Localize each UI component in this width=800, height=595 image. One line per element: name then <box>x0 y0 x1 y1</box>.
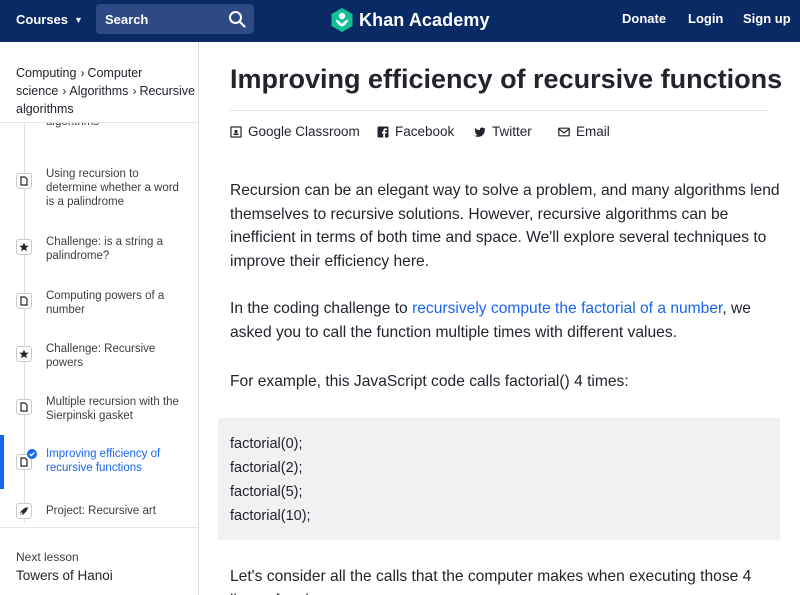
lesson-item[interactable]: Computing powers of a number <box>0 281 198 321</box>
email-icon <box>558 127 570 136</box>
code-line: factorial(2); <box>230 460 303 476</box>
facebook-label: Facebook <box>395 124 455 139</box>
lesson-item-title: Computing powers of a number <box>46 290 165 316</box>
article-content: Improving efficiency of recursive functi… <box>200 42 800 595</box>
page-title: Improving efficiency of recursive functi… <box>230 64 783 94</box>
next-lesson[interactable]: Next lesson Towers of Hanoi <box>0 527 198 595</box>
star-icon <box>16 346 32 362</box>
email-share-button[interactable]: Email <box>558 124 610 139</box>
intro-paragraph: Recursion can be an elegant way to solve… <box>230 182 780 270</box>
title-divider <box>230 110 768 111</box>
lesson-item[interactable]: Challenge: Recursive powers <box>0 334 198 374</box>
article-icon <box>16 293 32 309</box>
star-icon <box>16 239 32 255</box>
lesson-list: algorithms Using recursion to determine … <box>0 122 198 527</box>
chevron-right-icon: › <box>132 84 137 98</box>
chevron-right-icon: › <box>80 66 85 80</box>
lesson-item-title: Project: Recursive art <box>46 505 156 517</box>
next-lesson-label: Next lesson <box>16 550 79 564</box>
khan-academy-logo-icon <box>331 8 353 32</box>
twitter-label: Twitter <box>492 124 532 139</box>
courses-menu-button[interactable]: Courses ▼ <box>16 12 83 27</box>
lesson-item-active[interactable]: Improving efficiency of recursive functi… <box>0 435 198 489</box>
courses-label: Courses <box>16 12 69 27</box>
breadcrumb-algorithms[interactable]: Algorithms <box>69 84 128 98</box>
email-label: Email <box>576 124 610 139</box>
breadcrumb-computing[interactable]: Computing <box>16 66 76 80</box>
paragraph: In the coding challenge to recursively c… <box>230 297 780 344</box>
paragraph-text: In the coding challenge to <box>230 300 413 317</box>
signup-link[interactable]: Sign up <box>743 11 791 26</box>
breadcrumb: Computing › Computer science › Algorithms › Re… <box>16 64 195 118</box>
twitter-share-button[interactable]: Twitter <box>474 124 532 139</box>
code-block: factorial(0); factorial(2); factorial(5)… <box>218 418 780 540</box>
lesson-item[interactable]: Using recursion to determine whether a w… <box>0 159 198 209</box>
lesson-item-title: Challenge: Recursive powers <box>46 343 156 369</box>
facebook-share-button[interactable]: Facebook <box>377 124 454 139</box>
completed-check-icon <box>27 449 37 459</box>
google-classroom-icon <box>230 125 242 138</box>
rocket-icon <box>16 503 32 519</box>
google-classroom-label: Google Classroom <box>248 124 360 139</box>
code-line: factorial(5); <box>230 484 303 500</box>
inline-code: factorial() <box>504 373 570 390</box>
paragraph: Let's consider all the calls that the co… <box>230 568 752 595</box>
active-indicator <box>0 435 4 489</box>
lesson-sidebar: Computing › Computer science › Algorithms › Re… <box>0 42 199 595</box>
chevron-right-icon: › <box>62 84 67 98</box>
top-nav-bar: Courses ▼ Search Khan Academy Donate Log… <box>0 0 800 42</box>
paragraph-text: 4 times: <box>569 373 629 390</box>
lesson-item-title: algorithms <box>46 122 100 128</box>
google-classroom-share-button[interactable]: Google Classroom <box>230 124 360 139</box>
logo-text: Khan Academy <box>359 9 490 30</box>
code-line: factorial(10); <box>230 508 311 524</box>
facebook-icon <box>377 126 389 138</box>
search-label: Search <box>105 12 149 27</box>
next-lesson-title[interactable]: Towers of Hanoi <box>16 568 113 583</box>
lesson-item-title: Improving efficiency of recursive functi… <box>46 448 161 474</box>
paragraph-text: For example, this JavaScript code calls <box>230 373 505 390</box>
chevron-down-icon: ▼ <box>74 14 83 25</box>
lesson-item[interactable]: Challenge: is a string a palindrome? <box>0 227 198 267</box>
article-icon <box>16 399 32 415</box>
donate-link[interactable]: Donate <box>622 11 666 26</box>
paragraph: For example, this JavaScript code calls … <box>230 370 780 394</box>
lesson-item-title: Multiple recursion with the Sierpinski g… <box>46 396 179 422</box>
article-icon <box>16 173 32 189</box>
factorial-challenge-link[interactable]: recursively compute the factorial of a n… <box>412 300 722 317</box>
lesson-item[interactable]: algorithms <box>0 122 198 135</box>
login-link[interactable]: Login <box>688 11 723 26</box>
lesson-item[interactable]: Project: Recursive art <box>0 494 198 527</box>
khan-academy-logo[interactable]: Khan Academy <box>331 8 490 32</box>
lesson-item-title: Using recursion to determine whether a w… <box>46 168 179 208</box>
search-input[interactable]: Search <box>96 4 254 34</box>
twitter-icon <box>474 127 486 137</box>
lesson-item[interactable]: Multiple recursion with the Sierpinski g… <box>0 387 198 427</box>
search-icon <box>229 11 246 28</box>
lesson-item-title: Challenge: is a string a palindrome? <box>46 236 163 262</box>
code-line: factorial(0); <box>230 436 303 452</box>
